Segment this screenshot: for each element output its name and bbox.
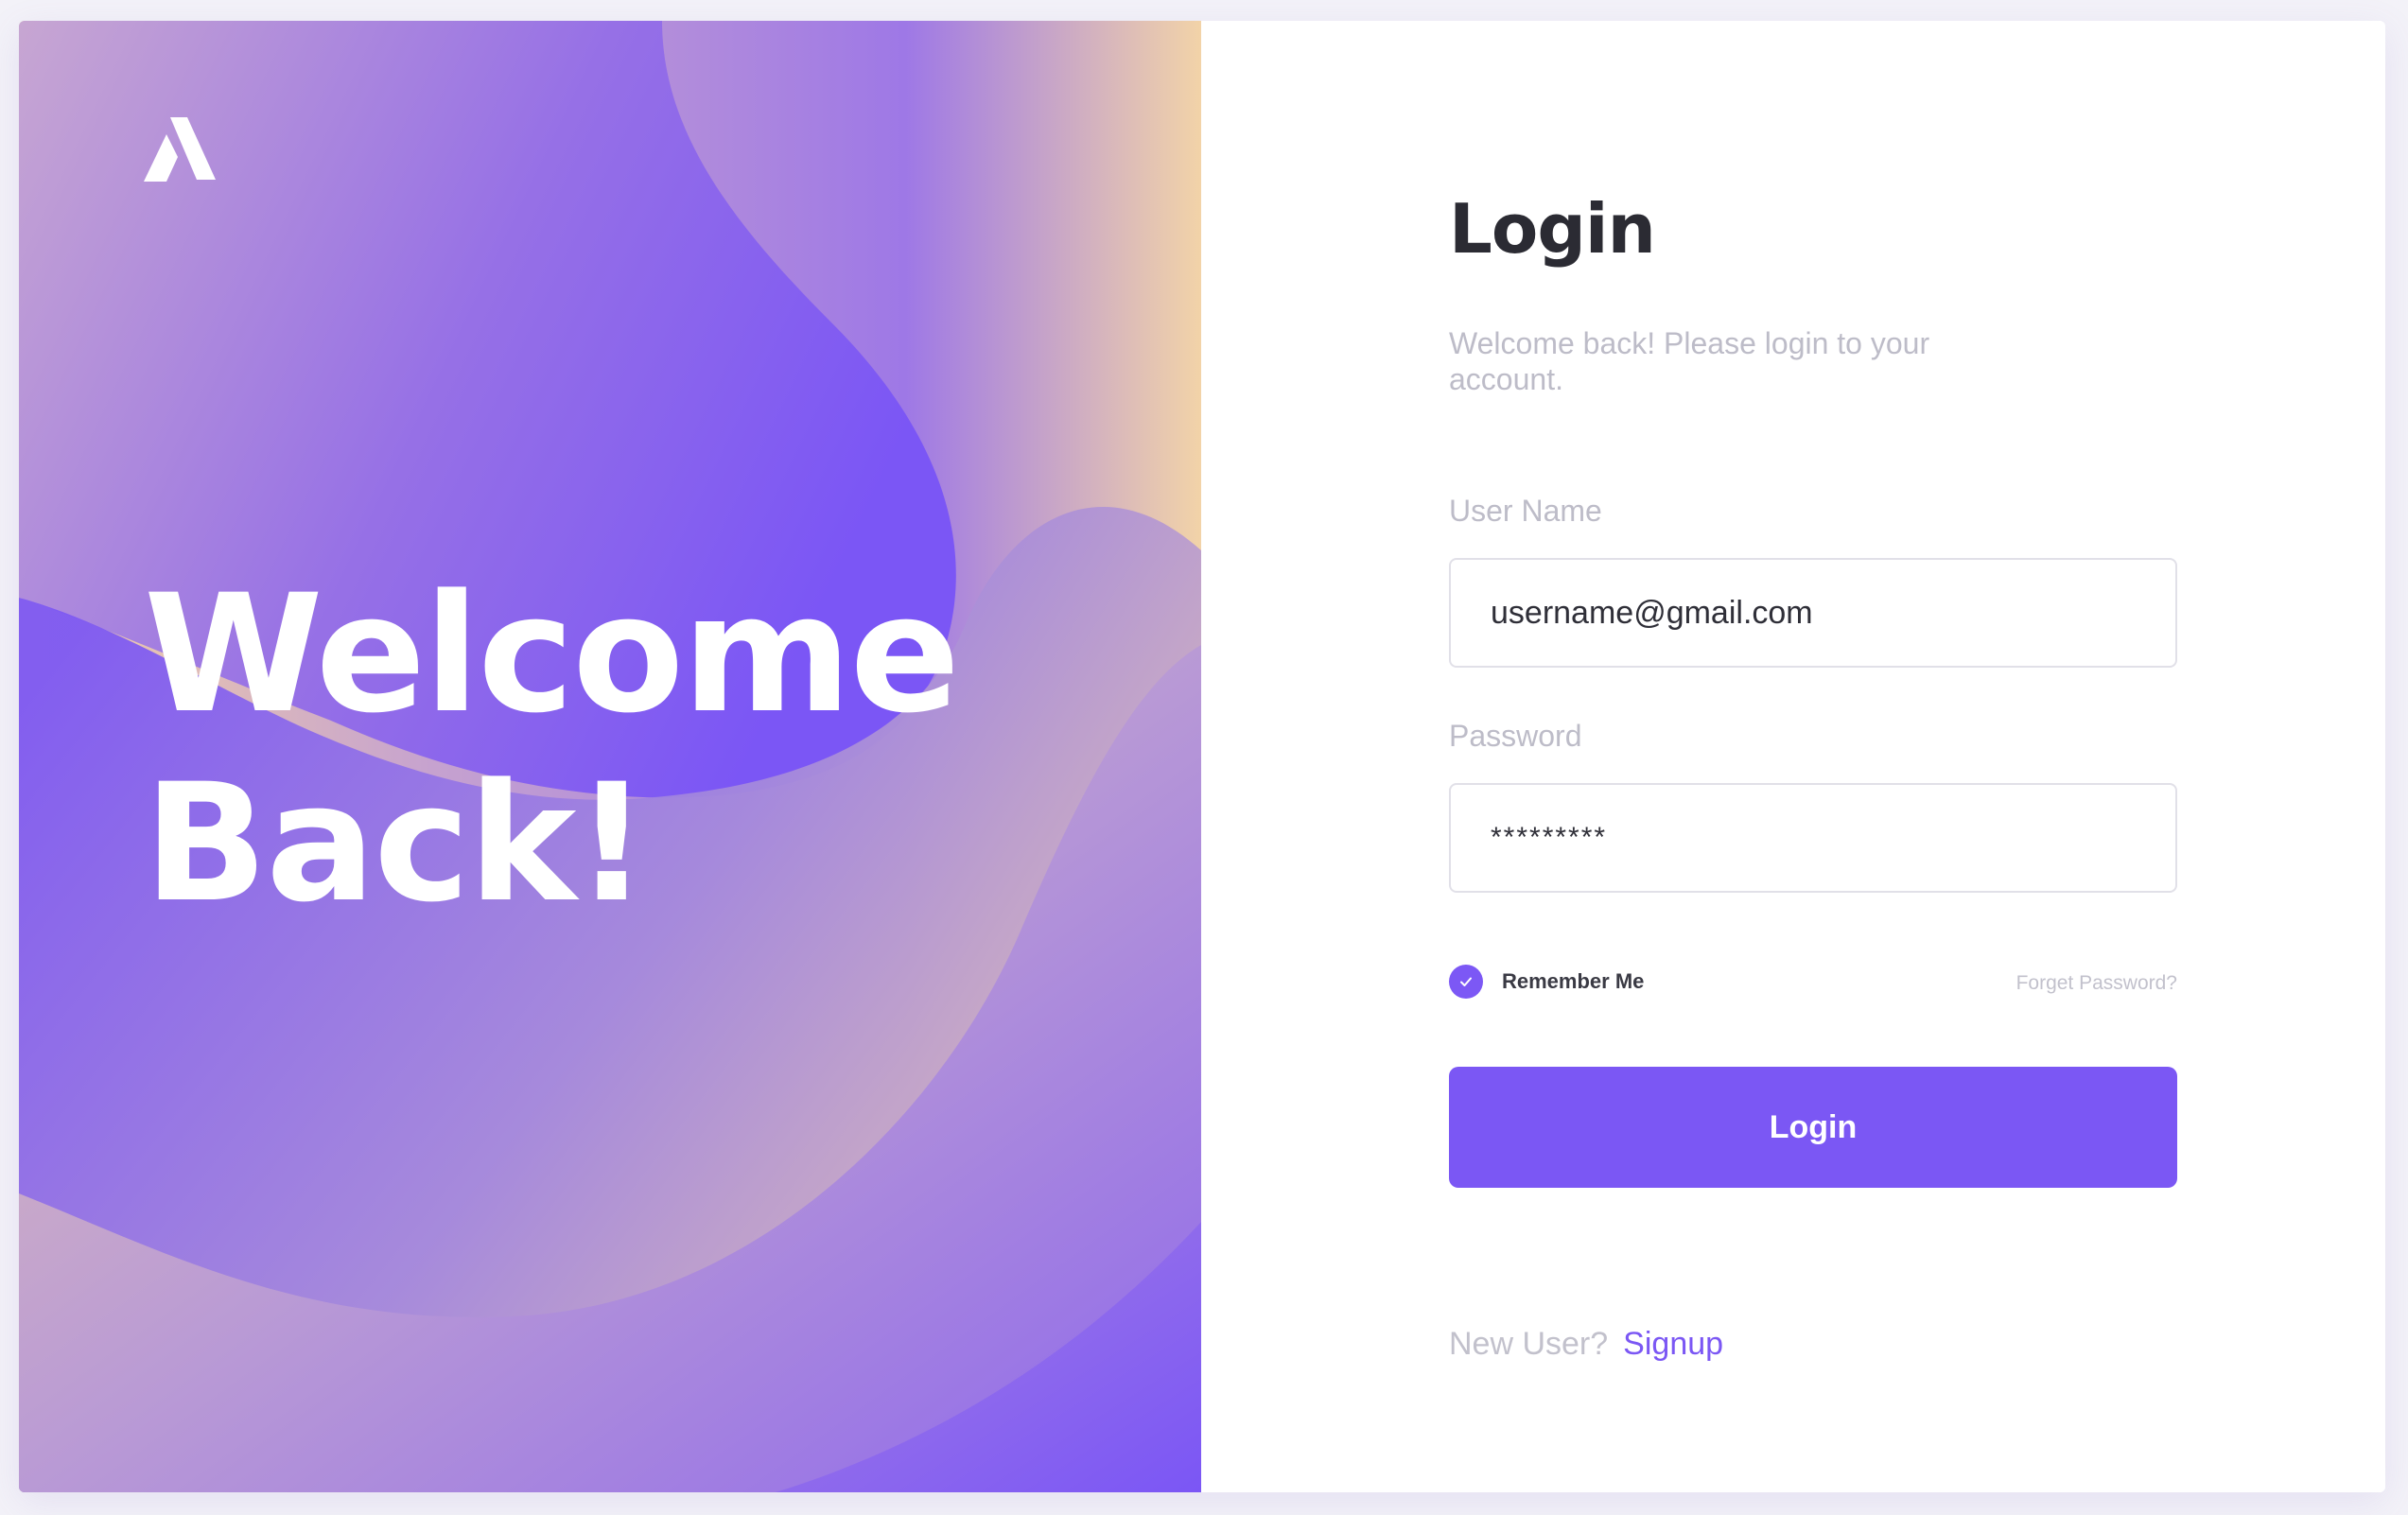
hero-heading-line2: Back! [144, 748, 649, 938]
login-subtitle: Welcome back! Please login to your accou… [1449, 326, 1930, 396]
signup-link[interactable]: Signup [1623, 1326, 1723, 1362]
forgot-password-link[interactable]: Forget Password? [2016, 972, 2177, 995]
signup-row: New User? Signup [1449, 1326, 1723, 1363]
login-panel: Login Welcome back! Please login to your… [1201, 21, 2385, 1492]
password-input[interactable] [1449, 783, 2177, 893]
username-label: User Name [1449, 494, 1602, 528]
brand-logo-a-icon [144, 117, 216, 182]
username-input[interactable] [1449, 558, 2177, 668]
remember-me-label: Remember Me [1502, 969, 1645, 993]
password-label: Password [1449, 719, 1582, 753]
remember-me-checkbox[interactable]: Remember Me [1449, 965, 1644, 999]
login-button[interactable]: Login [1449, 1067, 2177, 1188]
login-window: Welcome Back! Login Welcome back! Please… [19, 21, 2385, 1492]
checkbox-checked-icon[interactable] [1449, 965, 1483, 999]
checkmark-icon [1460, 977, 1472, 986]
page-title: Login [1449, 189, 1656, 269]
hero-heading-line1: Welcome [144, 559, 960, 749]
hero-panel: Welcome Back! [19, 21, 1201, 1492]
hero-heading: Welcome Back! [144, 560, 1090, 938]
new-user-text: New User? [1449, 1326, 1609, 1362]
